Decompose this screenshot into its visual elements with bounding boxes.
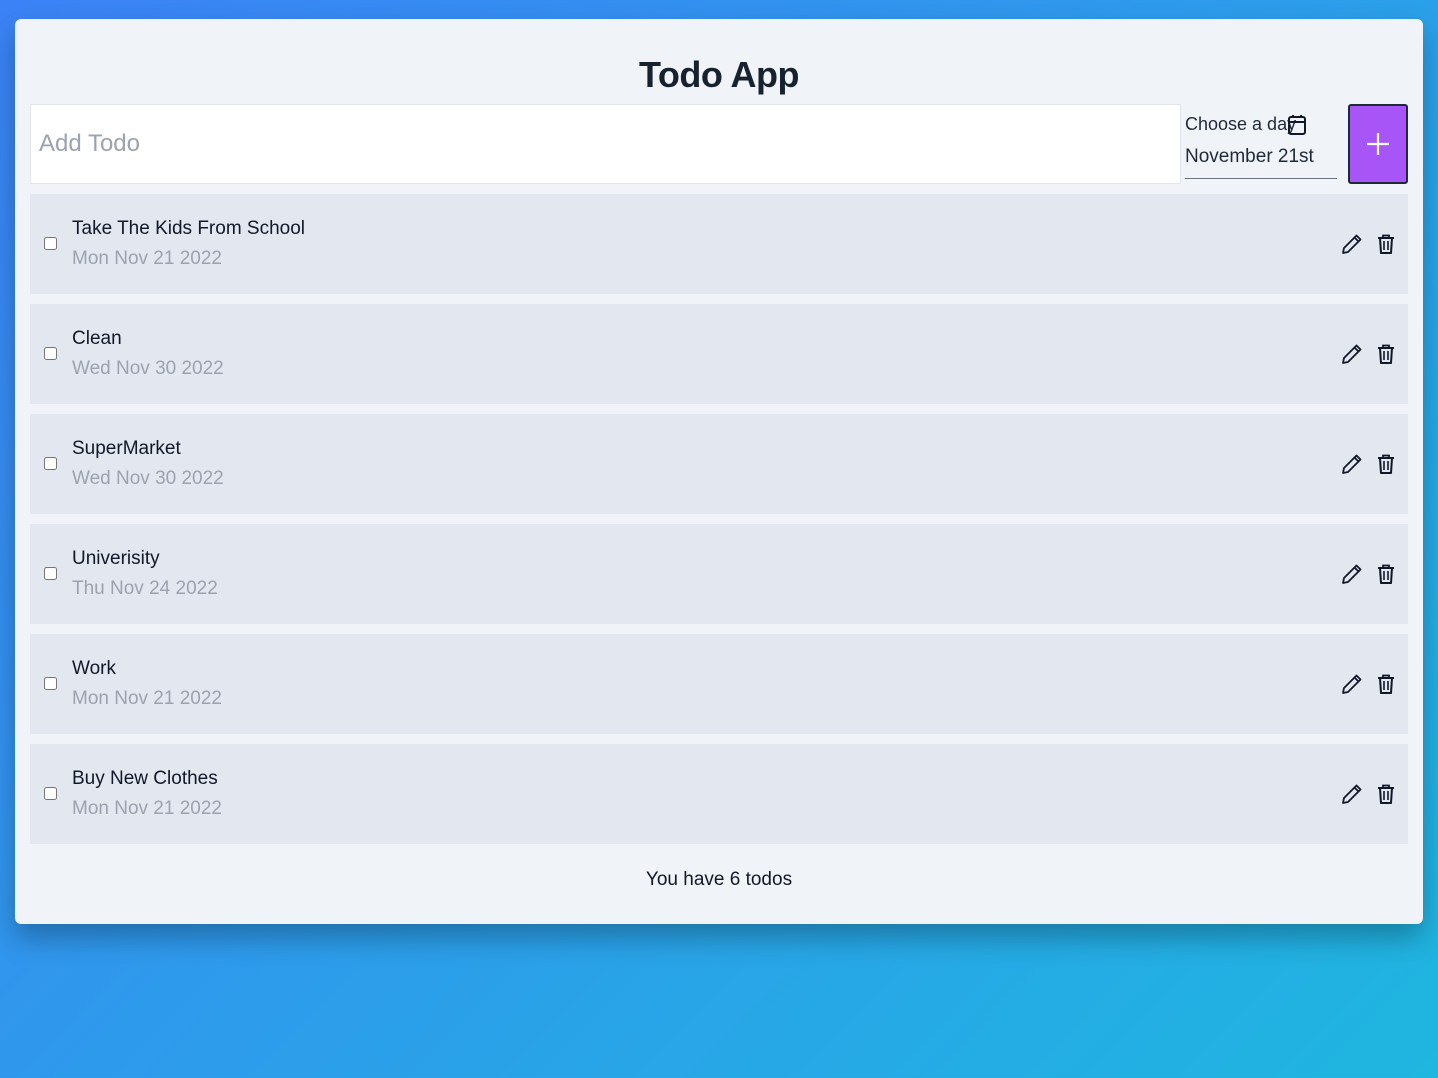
add-todo-input[interactable] [30, 104, 1181, 184]
pencil-icon [1342, 234, 1362, 254]
trash-icon [1378, 784, 1394, 804]
trash-icon [1378, 344, 1394, 364]
todo-item: Univerisity Thu Nov 24 2022 [30, 524, 1408, 624]
todo-text: Clean [72, 328, 122, 349]
todo-checkbox[interactable] [44, 457, 57, 470]
todo-text: Take The Kids From School [72, 218, 306, 239]
todo-checkbox[interactable] [44, 347, 57, 360]
trash-icon [1378, 674, 1394, 694]
date-picker-label: Choose a day [1185, 114, 1297, 134]
pencil-icon [1342, 674, 1362, 694]
edit-button[interactable] [1340, 342, 1364, 366]
delete-button[interactable] [1374, 232, 1398, 256]
todo-text: Buy New Clothes [72, 768, 218, 789]
todo-item: SuperMarket Wed Nov 30 2022 [30, 414, 1408, 514]
todo-date: Mon Nov 21 2022 [72, 798, 222, 819]
todo-text: Work [72, 658, 116, 679]
delete-button[interactable] [1374, 782, 1398, 806]
pencil-icon [1342, 344, 1362, 364]
delete-button[interactable] [1374, 672, 1398, 696]
page-title: Todo App [639, 54, 799, 95]
add-todo-button[interactable] [1348, 104, 1408, 184]
todo-item: Clean Wed Nov 30 2022 [30, 304, 1408, 404]
todo-date: Wed Nov 30 2022 [72, 358, 224, 379]
trash-icon [1378, 564, 1394, 584]
calendar-icon[interactable] [1287, 114, 1307, 136]
todo-checkbox[interactable] [44, 237, 57, 250]
todo-text: Univerisity [72, 548, 160, 569]
todo-item: Take The Kids From School Mon Nov 21 202… [30, 194, 1408, 294]
delete-button[interactable] [1374, 452, 1398, 476]
date-picker[interactable]: Choose a day November 21st [1185, 110, 1337, 179]
edit-button[interactable] [1340, 452, 1364, 476]
pencil-icon [1342, 784, 1362, 804]
todo-checkbox[interactable] [44, 567, 57, 580]
todo-item: Buy New Clothes Mon Nov 21 2022 [30, 744, 1408, 844]
plus-icon [1367, 133, 1389, 155]
edit-button[interactable] [1340, 672, 1364, 696]
trash-icon [1378, 454, 1394, 474]
pencil-icon [1342, 454, 1362, 474]
edit-button[interactable] [1340, 232, 1364, 256]
edit-button[interactable] [1340, 562, 1364, 586]
date-picker-value: November 21st [1185, 146, 1314, 167]
todo-date: Mon Nov 21 2022 [72, 248, 222, 269]
delete-button[interactable] [1374, 342, 1398, 366]
todo-text: SuperMarket [72, 438, 181, 459]
delete-button[interactable] [1374, 562, 1398, 586]
edit-button[interactable] [1340, 782, 1364, 806]
pencil-icon [1342, 564, 1362, 584]
todo-date: Wed Nov 30 2022 [72, 468, 224, 489]
todo-card: Todo App Choose a day November 21st Take… [15, 19, 1423, 924]
todo-list: Take The Kids From School Mon Nov 21 202… [30, 194, 1408, 854]
todo-checkbox[interactable] [44, 677, 57, 690]
todo-count: You have 6 todos [645, 869, 793, 890]
todo-date: Thu Nov 24 2022 [72, 578, 218, 599]
todo-checkbox[interactable] [44, 787, 57, 800]
trash-icon [1378, 234, 1394, 254]
todo-item: Work Mon Nov 21 2022 [30, 634, 1408, 734]
todo-date: Mon Nov 21 2022 [72, 688, 222, 709]
